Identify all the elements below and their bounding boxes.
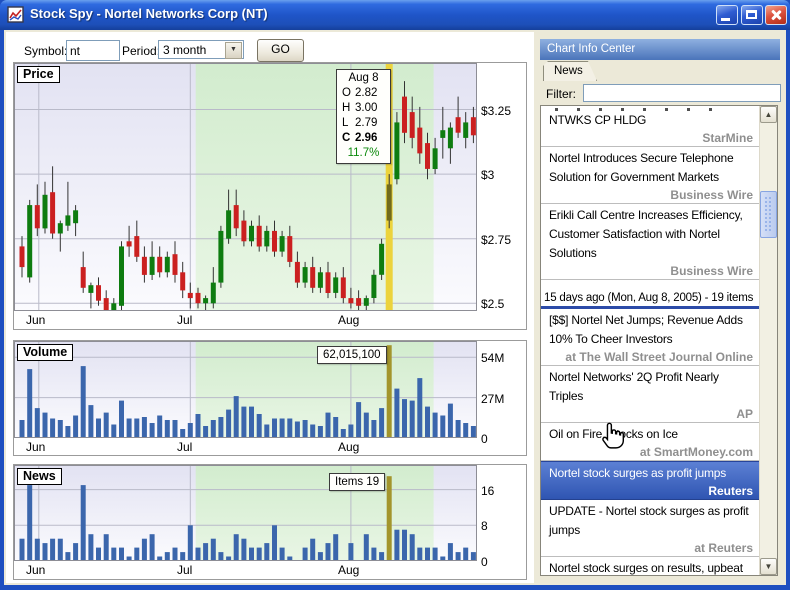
y-axis-label: $3.25 (481, 104, 527, 118)
news-headline: Oil on Fire, Stocks on Ice (549, 425, 753, 444)
price-chart[interactable] (14, 63, 477, 311)
news-headline: Nortel stock surges as profit jumps (549, 464, 753, 483)
news-headline: NTWKS CP HLDG (549, 111, 753, 130)
app-icon (7, 6, 25, 24)
news-headline: Nortel Networks' 2Q Profit Nearly Triple… (549, 368, 753, 406)
hand-cursor-icon (599, 420, 625, 455)
news-chart-panel: News 16 8 0 Jun Jul Aug (13, 464, 527, 580)
volume-chart[interactable] (14, 341, 477, 438)
volume-panel-title: Volume (17, 344, 73, 361)
x-axis-label: Jul (177, 313, 192, 327)
news-headline: Nortel Introduces Secure Telephone Solut… (549, 149, 753, 187)
scroll-up-icon[interactable]: ▲ (760, 106, 777, 123)
maximize-icon (746, 10, 757, 19)
app-window: Stock Spy - Nortel Networks Corp (NT) Sy… (0, 0, 790, 590)
filter-input[interactable] (583, 84, 781, 102)
news-item[interactable]: Nortel Introduces Secure Telephone Solut… (541, 147, 761, 204)
volume-panel: Volume 54M 27M 0 Jun Jul Aug (13, 340, 527, 456)
volume-tooltip: 62,015,100 (317, 346, 387, 364)
news-headline: [$$] Nortel Net Jumps; Revenue Adds 10% … (549, 311, 753, 349)
price-tooltip: Aug 8 O2.82H3.00L2.79C2.96 11.7% (336, 69, 391, 164)
news-item[interactable]: Nortel stock surges on results, upbeat f… (541, 557, 761, 576)
y-axis-label: 54M (481, 351, 527, 365)
news-item-selected[interactable]: Nortel stock surges as profit jumpsReute… (541, 461, 761, 500)
tooltip-ohlc-row: C2.96 (337, 131, 390, 146)
news-source: Business Wire (549, 187, 753, 203)
tab-news[interactable]: News (543, 61, 597, 81)
news-panel-title: News (17, 468, 62, 485)
window-title: Stock Spy - Nortel Networks Corp (NT) (30, 6, 268, 21)
title-bar[interactable]: Stock Spy - Nortel Networks Corp (NT) (0, 0, 790, 30)
y-axis-label: 27M (481, 392, 527, 406)
x-axis-label: Jul (177, 563, 192, 577)
news-source: Reuters (549, 483, 753, 499)
news-item[interactable]: Nortel Networks' 2Q Profit Nearly Triple… (541, 366, 761, 423)
y-axis-label: 16 (481, 484, 527, 498)
period-dropdown[interactable]: 3 month ▼ (158, 40, 244, 59)
period-value: 3 month (163, 43, 206, 57)
close-button[interactable] (765, 5, 787, 25)
news-source: StarMine (549, 130, 753, 146)
scrollbar-thumb[interactable] (760, 191, 777, 238)
y-axis-label: 0 (481, 555, 527, 569)
tooltip-ohlc-row: O2.82 (337, 86, 390, 101)
chevron-down-icon[interactable]: ▼ (225, 42, 242, 59)
symbol-input[interactable] (66, 40, 120, 61)
news-source: Business Wire (549, 263, 753, 279)
period-label: Period: (122, 44, 160, 58)
y-axis-label: $2.75 (481, 233, 527, 247)
news-tooltip: Items 19 (329, 473, 385, 491)
symbol-label: Symbol: (24, 44, 67, 58)
x-axis-label: Aug (338, 313, 359, 327)
tooltip-ohlc-row: L2.79 (337, 116, 390, 131)
news-date-separator: 15 days ago (Mon, Aug 8, 2005) - 19 item… (541, 280, 761, 309)
news-source: at Reuters (549, 540, 753, 556)
tooltip-change-pct: 11.7% (337, 146, 390, 161)
price-panel-title: Price (17, 66, 60, 83)
news-item[interactable]: Oil on Fire, Stocks on Iceat SmartMoney.… (541, 423, 761, 461)
news-headline: Erikli Call Centre Increases Efficiency,… (549, 206, 753, 263)
news-item[interactable]: [$$] Nortel Net Jumps; Revenue Adds 10% … (541, 309, 761, 366)
minimize-icon (721, 18, 730, 21)
filter-label: Filter: (546, 87, 576, 101)
x-axis-label: Jul (177, 440, 192, 454)
x-axis-label: Jun (26, 313, 45, 327)
minimize-button[interactable] (716, 5, 738, 25)
maximize-button[interactable] (741, 5, 763, 25)
news-item[interactable]: Erikli Call Centre Increases Efficiency,… (541, 204, 761, 280)
news-chart[interactable] (14, 465, 477, 561)
chart-info-center-header: Chart Info Center (540, 39, 780, 60)
y-axis-label: 8 (481, 519, 527, 533)
y-axis-label: 0 (481, 432, 527, 446)
news-source: AP (549, 406, 753, 422)
tooltip-date: Aug 8 (337, 71, 390, 86)
x-axis-label: Aug (338, 563, 359, 577)
scroll-down-icon[interactable]: ▼ (760, 558, 777, 575)
news-source: at SmartMoney.com (549, 444, 753, 460)
news-item[interactable]: NTWKS CP HLDGStarMine (541, 105, 761, 147)
news-source: at The Wall Street Journal Online (549, 349, 753, 365)
news-list-scrollbar[interactable]: ▲ ▼ (759, 106, 777, 575)
x-axis-label: Aug (338, 440, 359, 454)
news-headline: Nortel stock surges on results, upbeat f… (549, 559, 753, 576)
y-axis-label: $2.5 (481, 297, 527, 311)
x-axis-label: Jun (26, 563, 45, 577)
go-button[interactable]: GO (257, 39, 304, 62)
tooltip-ohlc-row: H3.00 (337, 101, 390, 116)
close-icon (770, 9, 782, 21)
price-panel: Price $3.25 $3 $2.75 $2.5 Jun Jul Aug (13, 62, 527, 330)
news-list[interactable]: NTWKS CP HLDGStarMineNortel Introduces S… (540, 105, 778, 576)
x-axis-label: Jun (26, 440, 45, 454)
news-headline: UPDATE - Nortel stock surges as profit j… (549, 502, 753, 540)
y-axis-label: $3 (481, 168, 527, 182)
news-item[interactable]: UPDATE - Nortel stock surges as profit j… (541, 500, 761, 557)
